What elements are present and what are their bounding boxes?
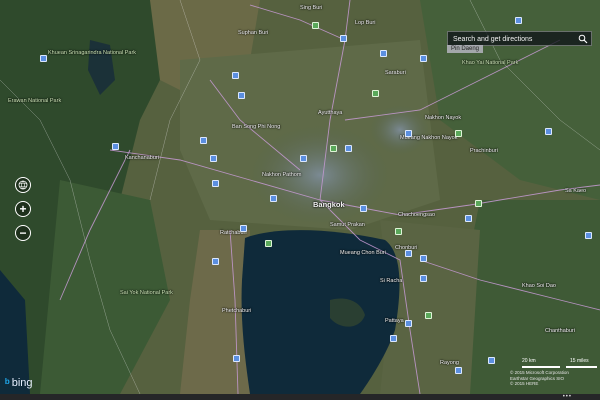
place-label-samut-prakan[interactable]: Samut Prakan xyxy=(330,222,365,228)
highway-marker[interactable] xyxy=(488,357,495,364)
highway-marker[interactable] xyxy=(238,92,245,99)
search-icon[interactable] xyxy=(578,34,588,44)
bing-logo: ᵇ bing xyxy=(5,376,33,390)
place-label-ban-song-phi-nong[interactable]: Ban Song Phi Nong xyxy=(232,124,280,130)
scale-miles: 15 miles xyxy=(570,358,589,364)
highway-marker[interactable] xyxy=(455,367,462,374)
place-label-erawan-national-park[interactable]: Erawan National Park xyxy=(8,98,61,104)
highway-marker[interactable] xyxy=(405,250,412,257)
highway-marker[interactable] xyxy=(360,205,367,212)
place-label-si-racha[interactable]: Si Racha xyxy=(380,278,402,284)
zoom-in-button[interactable]: + xyxy=(15,201,31,217)
highway-marker[interactable] xyxy=(420,275,427,282)
scale-indicator: 20 km 15 miles xyxy=(522,358,597,368)
expressway-marker[interactable] xyxy=(372,90,379,97)
highway-marker[interactable] xyxy=(420,55,427,62)
expressway-marker[interactable] xyxy=(330,145,337,152)
minus-icon: − xyxy=(19,226,27,240)
bing-logo-text: bing xyxy=(11,377,33,389)
highway-marker[interactable] xyxy=(380,50,387,57)
place-label-nakhon-nayok[interactable]: Nakhon Nayok xyxy=(425,115,461,121)
place-label-khao-soi-dao[interactable]: Khao Soi Dao xyxy=(522,283,556,289)
expressway-marker[interactable] xyxy=(425,312,432,319)
place-label-khuean-srinagarindra-national-park[interactable]: Khuean Srinagarindra National Park xyxy=(48,50,136,56)
highway-marker[interactable] xyxy=(212,258,219,265)
highway-marker[interactable] xyxy=(40,55,47,62)
place-label-mueang-chon-buri[interactable]: Mueang Chon Buri xyxy=(340,250,386,256)
place-label-khao-yai-national-park[interactable]: Khao Yai National Park xyxy=(462,60,518,66)
expressway-marker[interactable] xyxy=(455,130,462,137)
map-style-button[interactable] xyxy=(15,177,31,193)
place-label-phetchaburi[interactable]: Phetchaburi xyxy=(222,308,251,314)
highway-marker[interactable] xyxy=(390,335,397,342)
scale-bar-km xyxy=(522,366,560,368)
highway-marker[interactable] xyxy=(270,195,277,202)
place-label-kanchanaburi[interactable]: Kanchanaburi xyxy=(125,155,159,161)
place-label-rayong[interactable]: Rayong xyxy=(440,360,459,366)
place-label-nakhon-pathom[interactable]: Nakhon Pathom xyxy=(262,172,301,178)
highway-marker[interactable] xyxy=(405,320,412,327)
globe-icon xyxy=(18,180,28,190)
place-label-lop-buri[interactable]: Lop Buri xyxy=(355,20,376,26)
map-copyright: © 2015 Microsoft Corporation Earthstar G… xyxy=(510,370,598,387)
search-input[interactable]: Search and get directions xyxy=(447,31,592,46)
expressway-marker[interactable] xyxy=(265,240,272,247)
highway-marker[interactable] xyxy=(212,180,219,187)
highway-marker[interactable] xyxy=(200,137,207,144)
zoom-out-button[interactable]: − xyxy=(15,225,31,241)
highway-marker[interactable] xyxy=(240,225,247,232)
place-label-bangkok[interactable]: Bangkok xyxy=(313,200,345,209)
highway-marker[interactable] xyxy=(585,232,592,239)
map-canvas[interactable]: Bangkok Si Racha Rayong Chonburi Samut P… xyxy=(0,0,600,394)
highway-marker[interactable] xyxy=(233,355,240,362)
more-options-icon[interactable]: ••• xyxy=(563,394,572,400)
copyright-line: © 2015 HERE xyxy=(510,381,539,386)
expressway-marker[interactable] xyxy=(475,200,482,207)
plus-icon: + xyxy=(19,202,27,216)
highway-marker[interactable] xyxy=(545,128,552,135)
highway-marker[interactable] xyxy=(300,155,307,162)
app-bar[interactable] xyxy=(0,394,600,400)
place-label-saraburi[interactable]: Saraburi xyxy=(385,70,406,76)
place-label-sing-buri[interactable]: Sing Buri xyxy=(300,5,322,11)
scale-bar-miles xyxy=(566,366,597,368)
place-label-suphan-buri[interactable]: Suphan Buri xyxy=(238,30,268,36)
place-label-chanthaburi[interactable]: Chanthaburi xyxy=(545,328,575,334)
scale-km: 20 km xyxy=(522,358,536,364)
place-label-ayutthaya[interactable]: Ayutthaya xyxy=(318,110,342,116)
highway-marker[interactable] xyxy=(345,145,352,152)
place-label-chachoengsao[interactable]: Chachoengsao xyxy=(398,212,435,218)
highway-marker[interactable] xyxy=(420,255,427,262)
highway-marker[interactable] xyxy=(515,17,522,24)
place-label-sai-yok-national-park[interactable]: Sai Yok National Park xyxy=(120,290,173,296)
place-label-prachinburi[interactable]: Prachinburi xyxy=(470,148,498,154)
expressway-marker[interactable] xyxy=(312,22,319,29)
highway-marker[interactable] xyxy=(210,155,217,162)
highway-marker[interactable] xyxy=(465,215,472,222)
highway-marker[interactable] xyxy=(340,35,347,42)
bing-b-icon: ᵇ xyxy=(5,376,10,390)
place-label-pattaya[interactable]: Pattaya xyxy=(385,318,404,324)
search-suggestion[interactable]: Pin Daeng xyxy=(447,45,484,53)
expressway-marker[interactable] xyxy=(395,228,402,235)
highway-marker[interactable] xyxy=(112,143,119,150)
highway-marker[interactable] xyxy=(232,72,239,79)
highway-marker[interactable] xyxy=(405,130,412,137)
place-label-sa-kaeo[interactable]: Sa Kaeo xyxy=(565,188,586,194)
